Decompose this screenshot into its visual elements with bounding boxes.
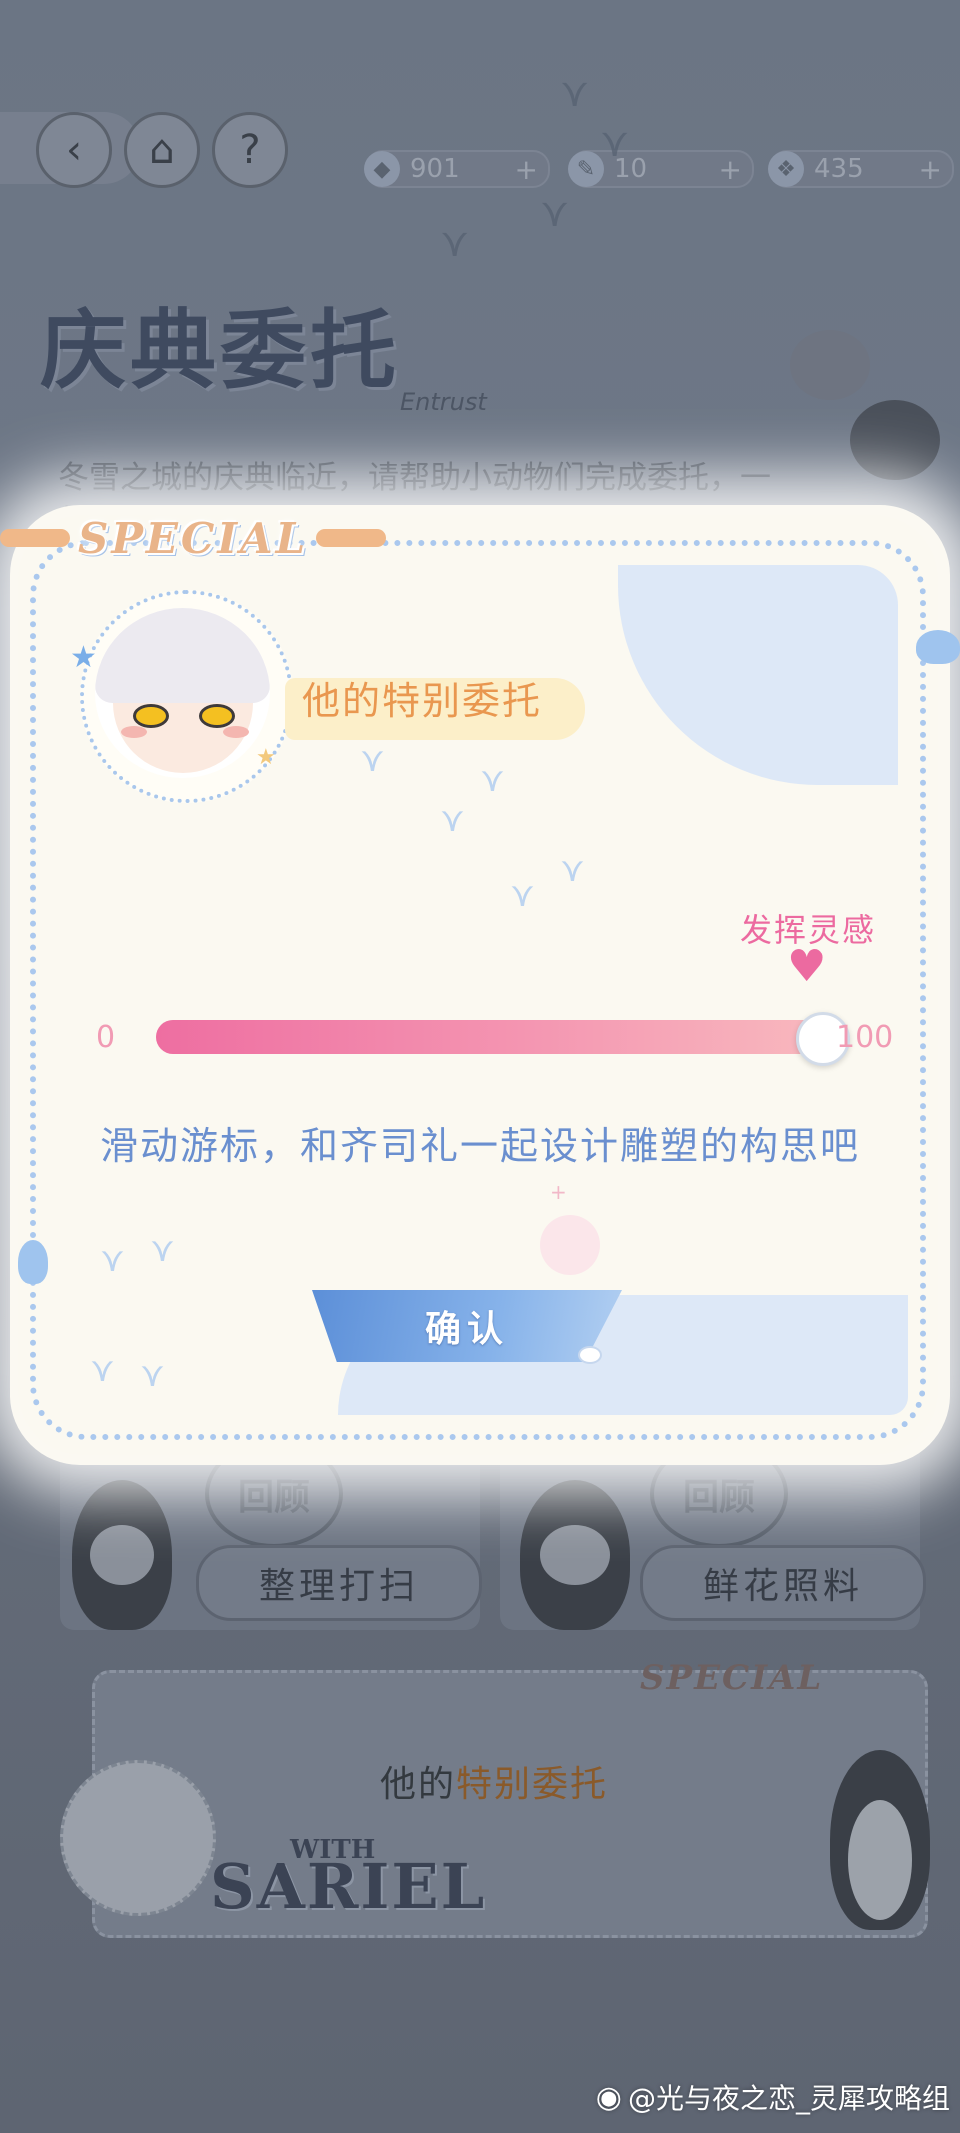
sariel-avatar (60, 1760, 216, 1916)
add-resource-button[interactable]: + (919, 153, 942, 186)
confirm-button[interactable]: 确认 (312, 1290, 622, 1362)
resource-value: 435 (814, 154, 864, 184)
modal-title: 他的特别委托 (302, 679, 543, 723)
resource-crystal[interactable]: ❖ 435 + (768, 150, 954, 188)
bluebird-icon (18, 1240, 48, 1284)
quill-icon: ✎ (568, 151, 604, 187)
task-button-flowers[interactable]: 鲜花照料 (640, 1545, 926, 1621)
slider-min-label: 0 (96, 1020, 116, 1055)
footprint-icon: ⋎ (440, 220, 470, 266)
maid-penguin-icon (72, 1480, 172, 1630)
footprint-icon: ⋎ (90, 1350, 115, 1390)
sparkle-icon: + (550, 1180, 567, 1204)
special-card-title: 他的特别委托 (380, 1755, 608, 1807)
confirm-label: 确认 (424, 1309, 509, 1350)
penguin-icon (850, 400, 940, 480)
help-label: ? (239, 127, 261, 173)
footprint-icon: ⋎ (560, 70, 590, 116)
resource-value: 901 (410, 154, 460, 184)
heart-icon: ♥ (787, 941, 827, 992)
title-highlight: 特别委托 (456, 1764, 609, 1805)
footprint-icon: ⋎ (600, 120, 630, 166)
sapphire-icon: ◆ (364, 151, 400, 187)
special-label: SPECIAL (78, 513, 309, 563)
watermark-text: @光与夜之恋_灵犀攻略组 (627, 2082, 950, 2115)
bunny-icon (540, 1215, 600, 1275)
task-button-cleaning[interactable]: 整理打扫 (196, 1545, 482, 1621)
back-button[interactable]: ‹ (36, 112, 112, 188)
help-button[interactable]: ? (212, 112, 288, 188)
chick-icon (790, 330, 870, 400)
special-ribbon: SPECIAL (0, 508, 410, 568)
footprint-icon: ⋎ (140, 1355, 165, 1395)
star-icon: ★ (70, 640, 97, 675)
footprint-icon: ⋎ (480, 760, 505, 800)
home-icon: ⌂ (149, 127, 175, 173)
footprint-icon: ⋎ (560, 850, 585, 890)
inspiration-slider[interactable] (156, 1012, 850, 1066)
footprint-icon: ⋎ (510, 875, 535, 915)
resource-quill[interactable]: ✎ 10 + (568, 150, 754, 188)
crystal-icon: ❖ (768, 151, 804, 187)
event-title: 庆典委托 (40, 300, 400, 401)
slider-max-label: 100 (836, 1020, 894, 1055)
watermark: ◉ @光与夜之恋_灵犀攻略组 (596, 2077, 950, 2117)
sariel-name: SARIEL (210, 1850, 487, 1923)
slider-fill (156, 1020, 820, 1054)
gardener-penguin-icon (520, 1480, 630, 1630)
weibo-icon: ◉ (595, 2079, 622, 2115)
add-resource-button[interactable]: + (515, 153, 538, 186)
star-icon: ★ (256, 745, 276, 770)
ribbon-right (316, 529, 387, 547)
avatar (95, 608, 270, 778)
add-resource-button[interactable]: + (719, 153, 742, 186)
back-arrow-icon: ‹ (66, 127, 82, 173)
footprint-icon: ⋎ (440, 800, 465, 840)
footprint-icon: ⋎ (100, 1240, 125, 1280)
footprint-icon: ⋎ (150, 1230, 175, 1270)
instruction-text: 滑动游标，和齐司礼一起设计雕塑的构思吧 (99, 1124, 860, 1168)
title-prefix: 他的 (380, 1764, 457, 1805)
home-button[interactable]: ⌂ (124, 112, 200, 188)
footprint-icon: ⋎ (360, 740, 385, 780)
ribbon-left (0, 529, 70, 547)
penguin-icon (830, 1750, 930, 1930)
event-subtitle: Entrust (400, 388, 487, 416)
button-ornament (578, 1346, 602, 1364)
resource-sapphire[interactable]: ◆ 901 + (364, 150, 550, 188)
bluebird-icon (916, 630, 960, 664)
special-badge: SPECIAL (640, 1658, 824, 1698)
footprint-icon: ⋎ (540, 190, 570, 236)
